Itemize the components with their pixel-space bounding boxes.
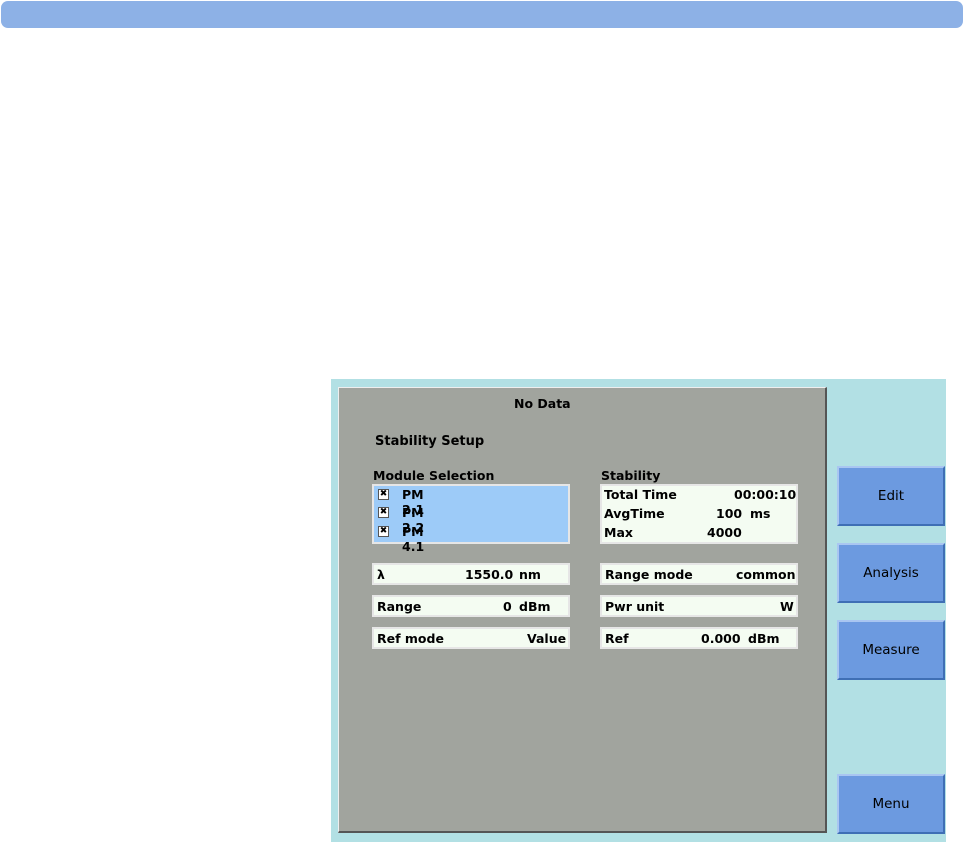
module-selection-title: Module Selection bbox=[373, 468, 495, 483]
pwr-unit-label: Pwr unit bbox=[605, 599, 665, 614]
range-label: Range bbox=[377, 599, 422, 614]
range-mode-label: Range mode bbox=[605, 567, 693, 582]
max-label: Max bbox=[604, 525, 633, 540]
stability-title: Stability bbox=[601, 468, 661, 483]
total-time-value: 00:00:10 bbox=[734, 487, 797, 502]
wavelength-field[interactable]: λ 1550.0 nm bbox=[372, 563, 570, 585]
avg-time-row[interactable]: AvgTime 100 ms bbox=[604, 506, 796, 524]
ref-mode-field[interactable]: Ref mode Value bbox=[372, 627, 570, 649]
checkbox-pm-2-2[interactable]: ✖ bbox=[378, 507, 389, 518]
ref-mode-value: Value bbox=[527, 631, 567, 646]
ref-mode-label: Ref mode bbox=[377, 631, 444, 646]
pwr-unit-value: W bbox=[780, 599, 794, 614]
top-title-bar bbox=[1, 1, 963, 28]
checkbox-pm-4-1[interactable]: ✖ bbox=[378, 526, 389, 537]
measure-button[interactable]: Measure bbox=[837, 620, 945, 680]
range-field[interactable]: Range 0 dBm bbox=[372, 595, 570, 617]
avg-time-label: AvgTime bbox=[604, 506, 665, 521]
ref-field[interactable]: Ref 0.000 dBm bbox=[600, 627, 798, 649]
avg-time-unit: ms bbox=[750, 506, 771, 521]
range-unit: dBm bbox=[519, 599, 551, 614]
checkbox-pm-2-1[interactable]: ✖ bbox=[378, 489, 389, 500]
stability-settings[interactable]: Total Time 00:00:10 AvgTime 100 ms Max 4… bbox=[600, 484, 798, 544]
pwr-unit-field[interactable]: Pwr unit W bbox=[600, 595, 798, 617]
page-title: Stability Setup bbox=[375, 434, 485, 449]
status-text: No Data bbox=[514, 396, 571, 411]
max-value: 4000 bbox=[707, 525, 742, 540]
module-selection-list[interactable]: ✖ PM 2.1 ✖ PM 2.2 ✖ PM 4.1 bbox=[372, 484, 570, 554]
analysis-button[interactable]: Analysis bbox=[837, 543, 945, 603]
ref-value: 0.000 bbox=[701, 631, 741, 646]
ref-label: Ref bbox=[605, 631, 629, 646]
max-row[interactable]: Max 4000 bbox=[604, 525, 796, 543]
total-time-label: Total Time bbox=[604, 487, 677, 502]
wavelength-label: λ bbox=[377, 567, 385, 582]
range-value: 0 bbox=[503, 599, 512, 614]
range-mode-value: common bbox=[736, 567, 796, 582]
total-time-row[interactable]: Total Time 00:00:10 bbox=[604, 487, 796, 505]
wavelength-unit: nm bbox=[519, 567, 541, 582]
ref-unit: dBm bbox=[748, 631, 780, 646]
display-screen: No Data Stability Setup Module Selection… bbox=[338, 387, 827, 833]
menu-button[interactable]: Menu bbox=[837, 774, 945, 834]
edit-button[interactable]: Edit bbox=[837, 466, 945, 526]
wavelength-value: 1550.0 bbox=[465, 567, 514, 582]
avg-time-value: 100 bbox=[716, 506, 743, 521]
module-item-label: PM 4.1 bbox=[402, 524, 425, 554]
range-mode-field[interactable]: Range mode common bbox=[600, 563, 798, 585]
